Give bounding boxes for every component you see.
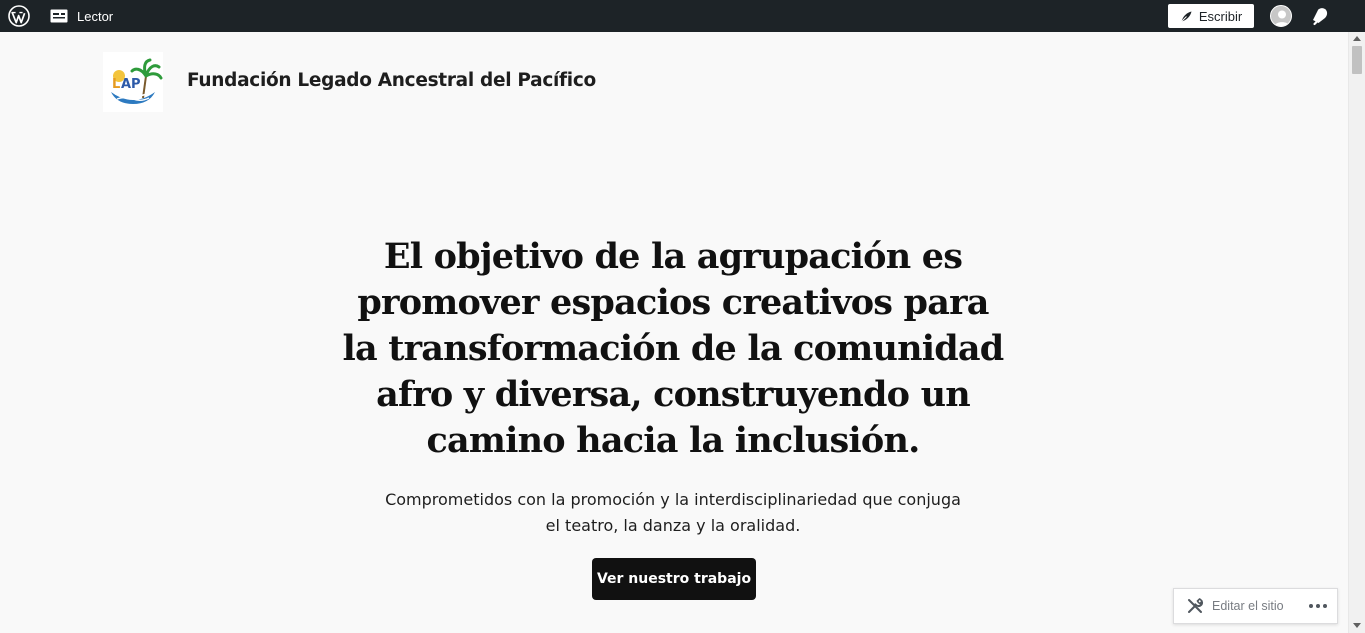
reader-icon [50,9,68,23]
page-scrollbar[interactable] [1348,32,1365,633]
edit-site-label[interactable]: Editar el sitio [1212,599,1284,613]
scroll-up-arrow-icon[interactable] [1353,36,1361,41]
pen-icon [1181,11,1192,22]
scroll-down-arrow-icon[interactable] [1353,623,1361,628]
ellipsis-dot [1309,604,1313,608]
ellipsis-icon[interactable] [1309,604,1327,608]
reader-link[interactable]: Lector [50,0,113,32]
hero-heading: El objetivo de la agrupación es promover… [342,236,1005,461]
view-work-button[interactable]: Ver nuestro trabajo [592,558,756,600]
hero-subtitle: Comprometidos con la promoción y la inte… [385,490,961,535]
ellipsis-dot [1316,604,1320,608]
ellipsis-dot [1323,604,1327,608]
admin-bar: Lector Escribir [0,0,1365,32]
avatar-icon[interactable] [1270,5,1292,27]
write-label: Escribir [1198,8,1243,24]
svg-text:L: L [112,77,120,92]
svg-text:A: A [121,77,131,92]
site-logo-image: L A P [111,58,163,104]
avatar-silhouette [1274,10,1290,26]
wordpress-icon[interactable] [8,5,30,27]
bell-icon[interactable] [1309,5,1331,27]
tools-icon[interactable] [1186,597,1204,615]
site-logo[interactable]: L A P [103,52,163,112]
write-button[interactable]: Escribir [1168,4,1254,28]
reader-label: Lector [77,8,114,24]
svg-text:P: P [131,77,141,92]
site-title[interactable]: Fundación Legado Ancestral del Pacífico [187,70,596,91]
scroll-thumb[interactable] [1352,46,1362,74]
edit-site-bar: Editar el sitio [1173,588,1338,624]
